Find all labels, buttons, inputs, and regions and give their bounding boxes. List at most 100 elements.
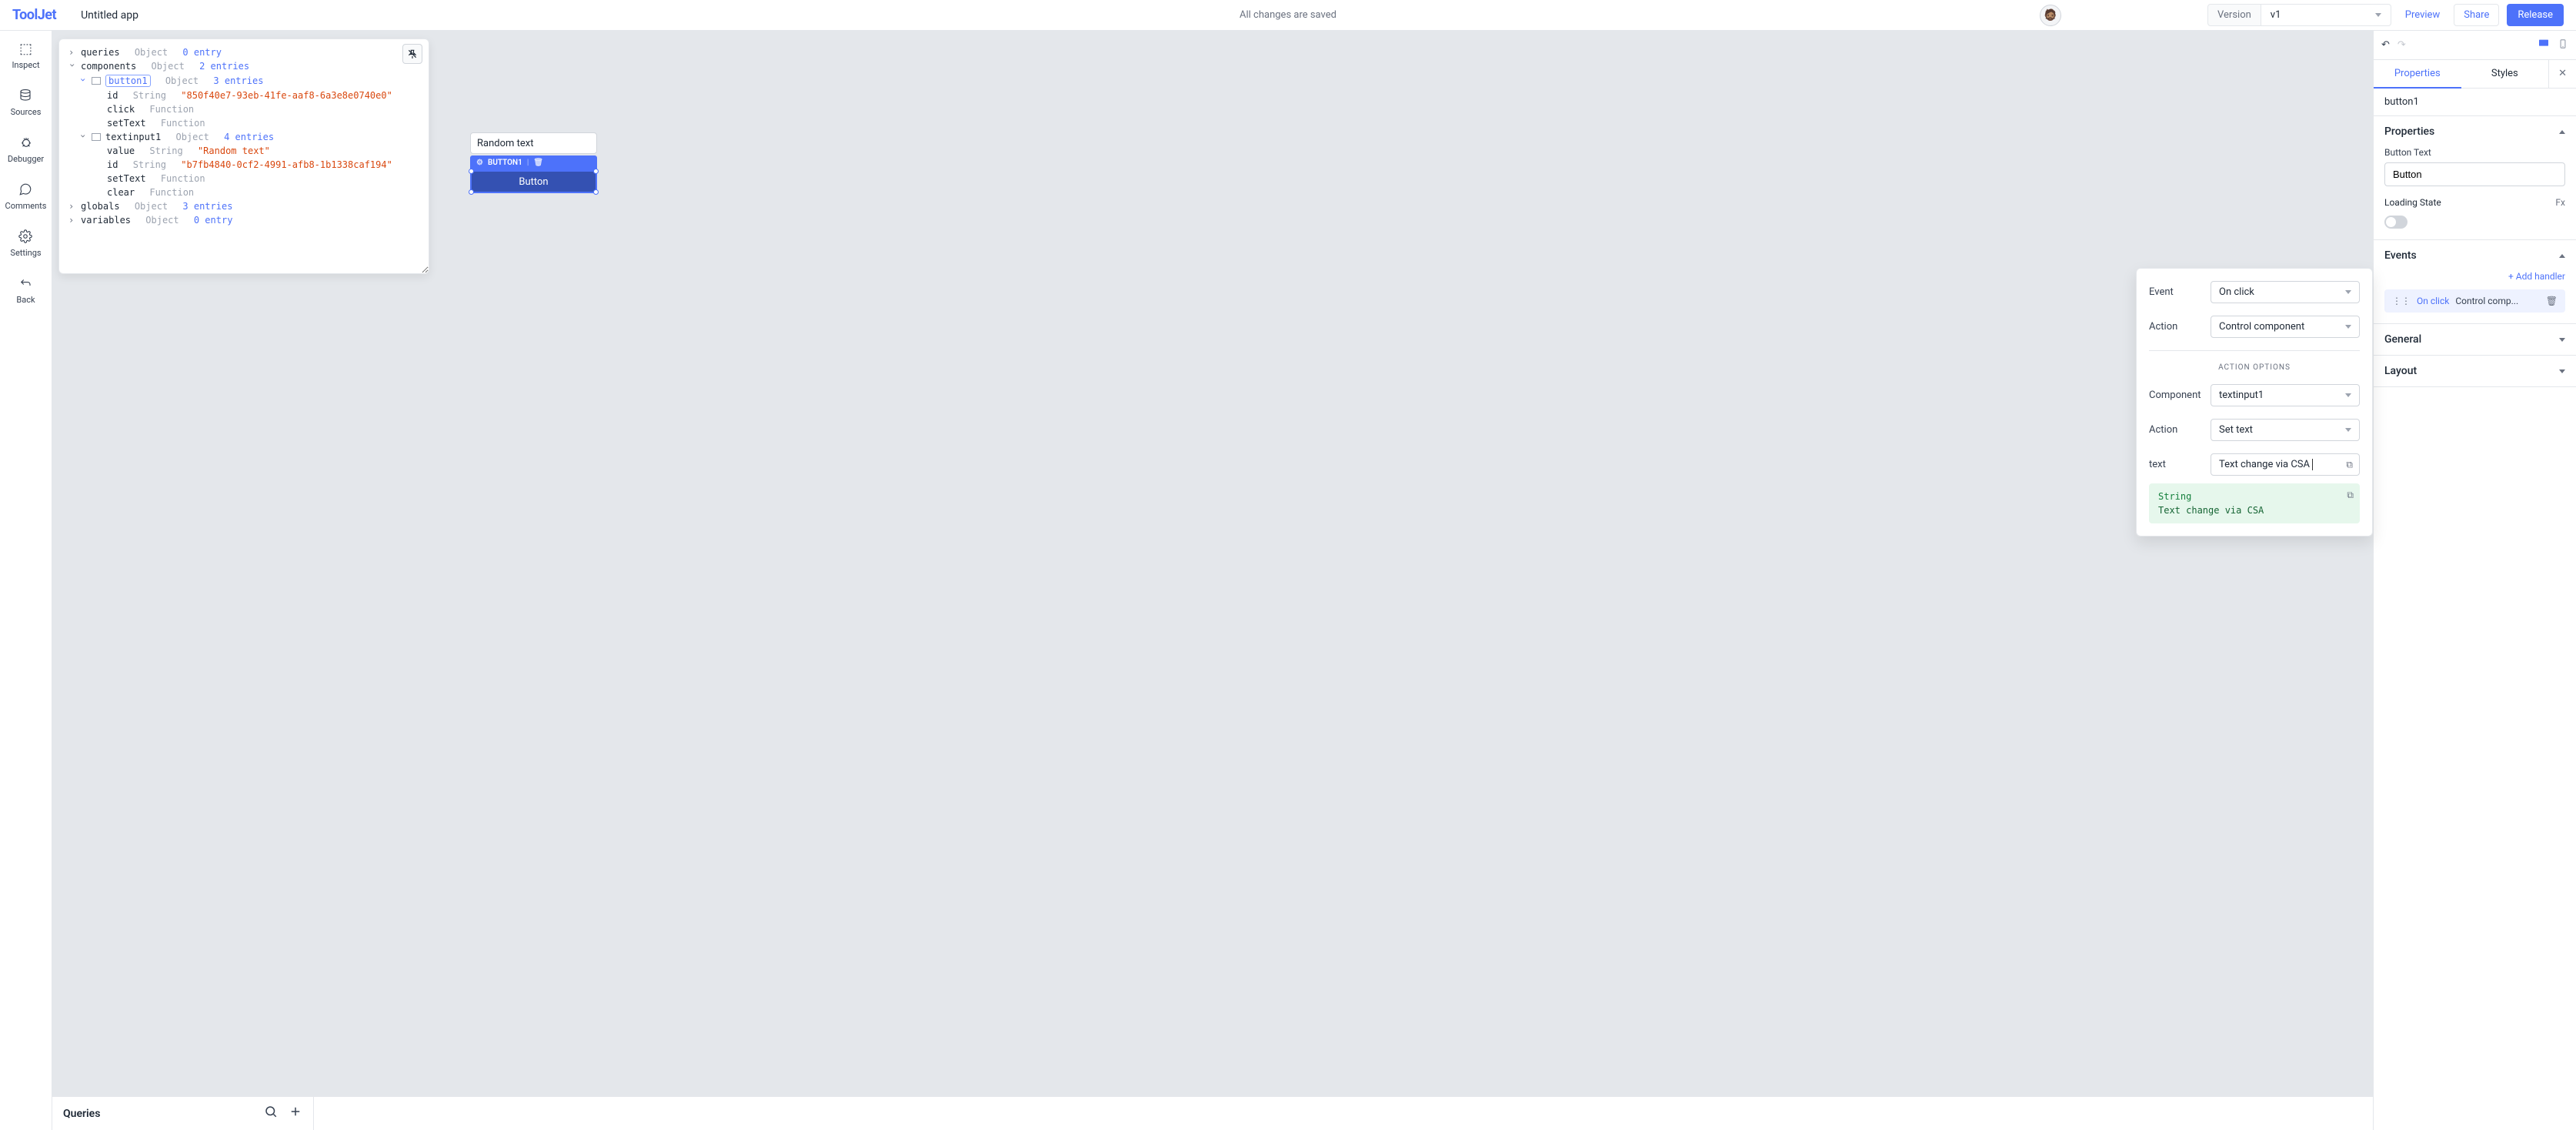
redo-button[interactable]: ↷ bbox=[2397, 39, 2406, 51]
hint-type: String bbox=[2158, 491, 2351, 502]
component-icon bbox=[92, 77, 101, 85]
save-status: All changes are saved bbox=[1240, 9, 1336, 21]
sidebar-label: Debugger bbox=[8, 154, 44, 164]
close-panel-button[interactable]: ✕ bbox=[2548, 60, 2576, 88]
component-name[interactable]: button1 bbox=[2374, 89, 2576, 116]
app-title[interactable]: Untitled app bbox=[81, 9, 138, 22]
tree-row-components[interactable]: › components Object 2 entries bbox=[68, 59, 419, 73]
chevron-up-icon bbox=[2559, 254, 2565, 258]
tab-styles[interactable]: Styles bbox=[2461, 60, 2549, 88]
button-text-label: Button Text bbox=[2384, 147, 2565, 158]
chevron-down-icon bbox=[2345, 290, 2351, 294]
component-icon bbox=[92, 133, 101, 141]
sidebar-item-comments[interactable]: Comments bbox=[5, 181, 47, 211]
text-label: text bbox=[2149, 459, 2211, 470]
sidebar-label: Settings bbox=[10, 248, 41, 258]
section-layout[interactable]: Layout bbox=[2374, 356, 2576, 386]
resize-handle[interactable] bbox=[469, 169, 474, 174]
sidebar-label: Inspect bbox=[12, 60, 39, 70]
sidebar-label: Back bbox=[16, 295, 35, 305]
tree-row-button1-settext[interactable]: setText Function bbox=[68, 116, 419, 130]
tree-row-textinput1-value[interactable]: value String "Random text" bbox=[68, 144, 419, 158]
component-select[interactable]: textinput1 bbox=[2211, 384, 2360, 406]
button1-widget-wrapper: ⚙ BUTTON1 | 🗑 Button bbox=[470, 155, 597, 193]
section-events[interactable]: Events bbox=[2374, 240, 2576, 271]
trash-icon[interactable]: 🗑 bbox=[533, 159, 543, 167]
tree-row-queries[interactable]: › queries Object 0 entry bbox=[68, 45, 419, 59]
section-general[interactable]: General bbox=[2374, 324, 2576, 355]
hint-value: Text change via CSA bbox=[2158, 505, 2351, 516]
sidebar-item-debugger[interactable]: Debugger bbox=[8, 134, 44, 164]
left-sidebar: ⬚ Inspect Sources Debugger Comments bbox=[0, 31, 52, 1130]
tree-row-button1-click[interactable]: click Function bbox=[68, 102, 419, 116]
event-config-popup: Event On click Action Control component … bbox=[2136, 268, 2373, 537]
event-handler-row[interactable]: ⋮⋮ On click Control comp... 🗑 bbox=[2384, 289, 2565, 313]
version-label: Version bbox=[2207, 4, 2261, 26]
copy-icon[interactable]: ⧉ bbox=[2347, 490, 2354, 501]
tree-row-variables[interactable]: › variables Object 0 entry bbox=[68, 213, 419, 227]
chevron-down-icon bbox=[2345, 325, 2351, 329]
drag-icon[interactable]: ⋮⋮ bbox=[2392, 296, 2411, 306]
chevron-down-icon bbox=[2375, 13, 2381, 17]
event-select[interactable]: On click bbox=[2211, 281, 2360, 303]
gear-icon: ⚙ bbox=[476, 159, 483, 167]
queries-title: Queries bbox=[63, 1108, 100, 1120]
sidebar-item-inspect[interactable]: ⬚ Inspect bbox=[12, 40, 39, 70]
canvas[interactable]: › queries Object 0 entry › components Ob… bbox=[52, 31, 2373, 1096]
expand-icon[interactable]: ⧉ bbox=[2346, 459, 2353, 470]
share-button[interactable]: Share bbox=[2454, 4, 2499, 26]
button1-widget[interactable]: Button bbox=[470, 170, 597, 193]
tree-row-textinput1-clear[interactable]: clear Function bbox=[68, 186, 419, 199]
comment-icon bbox=[17, 181, 34, 198]
right-panel: ↶ ↷ Properties Styles ✕ button1 Properti… bbox=[2373, 31, 2576, 1130]
version-value: v1 bbox=[2271, 9, 2281, 21]
chevron-up-icon bbox=[2559, 130, 2565, 134]
resize-handle[interactable] bbox=[593, 189, 599, 195]
button-text-input[interactable] bbox=[2384, 162, 2565, 186]
sidebar-item-sources[interactable]: Sources bbox=[11, 87, 42, 117]
resize-handle[interactable] bbox=[593, 169, 599, 174]
version-select[interactable]: v1 bbox=[2261, 4, 2391, 26]
inspector-panel[interactable]: › queries Object 0 entry › components Ob… bbox=[58, 38, 429, 274]
tree-row-textinput1[interactable]: › textinput1 Object 4 entries bbox=[68, 130, 419, 144]
event-label: Event bbox=[2149, 286, 2211, 298]
desktop-icon[interactable] bbox=[2538, 38, 2550, 53]
handler-event: On click bbox=[2417, 296, 2449, 306]
sidebar-item-back[interactable]: Back bbox=[16, 275, 35, 305]
undo-button[interactable]: ↶ bbox=[2381, 39, 2390, 51]
textinput1-widget[interactable]: Random text bbox=[470, 132, 597, 154]
mobile-icon[interactable] bbox=[2558, 38, 2568, 53]
tree-row-textinput1-id[interactable]: id String "b7fb4840-0cf2-4991-afb8-1b133… bbox=[68, 158, 419, 172]
release-button[interactable]: Release bbox=[2507, 4, 2564, 26]
add-handler-button[interactable]: + Add handler bbox=[2384, 271, 2565, 282]
search-icon[interactable] bbox=[264, 1105, 278, 1122]
sidebar-item-settings[interactable]: Settings bbox=[10, 228, 41, 258]
database-icon bbox=[17, 87, 34, 104]
selection-label[interactable]: ⚙ BUTTON1 | 🗑 bbox=[470, 155, 597, 170]
logo[interactable]: ToolJet bbox=[12, 7, 56, 23]
tree-row-globals[interactable]: › globals Object 3 entries bbox=[68, 199, 419, 213]
selection-name: BUTTON1 bbox=[488, 159, 522, 167]
trash-icon[interactable]: 🗑 bbox=[2546, 296, 2558, 306]
tree-row-textinput1-settext[interactable]: setText Function bbox=[68, 172, 419, 186]
loading-state-label: Loading State bbox=[2384, 197, 2441, 208]
action-select[interactable]: Control component bbox=[2211, 316, 2360, 338]
queries-bar: Queries bbox=[52, 1096, 2373, 1130]
section-properties[interactable]: Properties bbox=[2374, 116, 2576, 147]
tree-row-button1-id[interactable]: id String "850f40e7-93eb-41fe-aaf8-6a3e8… bbox=[68, 89, 419, 102]
add-icon[interactable] bbox=[289, 1105, 302, 1122]
chevron-down-icon bbox=[2559, 338, 2565, 342]
tab-properties[interactable]: Properties bbox=[2374, 60, 2461, 89]
fx-button[interactable]: Fx bbox=[2555, 197, 2565, 208]
loading-toggle[interactable] bbox=[2384, 216, 2407, 229]
user-avatar[interactable]: 🧔🏽 bbox=[2040, 5, 2061, 26]
value-hint: ⧉ String Text change via CSA bbox=[2149, 483, 2360, 523]
action2-select[interactable]: Set text bbox=[2211, 419, 2360, 441]
tree-row-button1[interactable]: › button1 Object 3 entries bbox=[68, 73, 419, 89]
preview-button[interactable]: Preview bbox=[2399, 5, 2446, 25]
text-input[interactable]: Text change via CSA ⧉ bbox=[2211, 453, 2360, 476]
resize-handle[interactable] bbox=[469, 189, 474, 195]
unpin-button[interactable] bbox=[402, 44, 422, 64]
gear-icon bbox=[17, 228, 34, 245]
chevron-down-icon bbox=[2345, 428, 2351, 432]
